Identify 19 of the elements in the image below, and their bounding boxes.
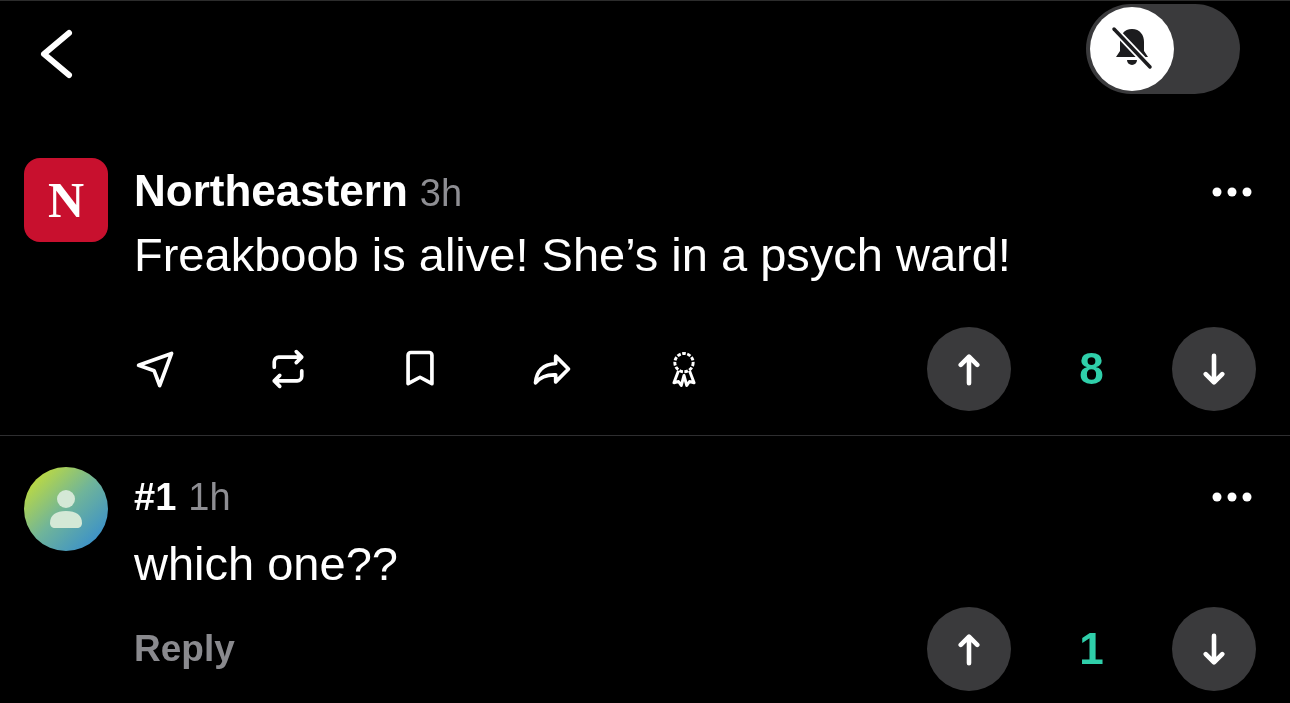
back-icon[interactable] xyxy=(38,29,74,79)
bell-slash-icon xyxy=(1090,7,1174,91)
arrow-up-icon xyxy=(958,352,980,386)
avatar-icon xyxy=(24,467,108,551)
reply-button[interactable]: Reply xyxy=(134,627,235,671)
post-time: 3h xyxy=(419,171,463,216)
comment-time: 1h xyxy=(188,475,231,519)
more-icon[interactable] xyxy=(1212,492,1252,502)
logo-tile: N xyxy=(24,158,108,242)
arrow-down-icon xyxy=(1203,352,1225,386)
more-icon[interactable] xyxy=(1212,187,1252,197)
vote-count: 1 xyxy=(1078,623,1105,675)
vote-count: 8 xyxy=(1078,343,1105,395)
author-name: Northeastern xyxy=(134,165,408,217)
comment-author: #1 xyxy=(134,475,177,519)
arrow-up-icon xyxy=(958,632,980,666)
arrow-down-icon xyxy=(1203,632,1225,666)
post-text: Freakboob is alive! She’s in a psych ward! xyxy=(134,228,1012,282)
comment-text: which one?? xyxy=(134,537,399,591)
